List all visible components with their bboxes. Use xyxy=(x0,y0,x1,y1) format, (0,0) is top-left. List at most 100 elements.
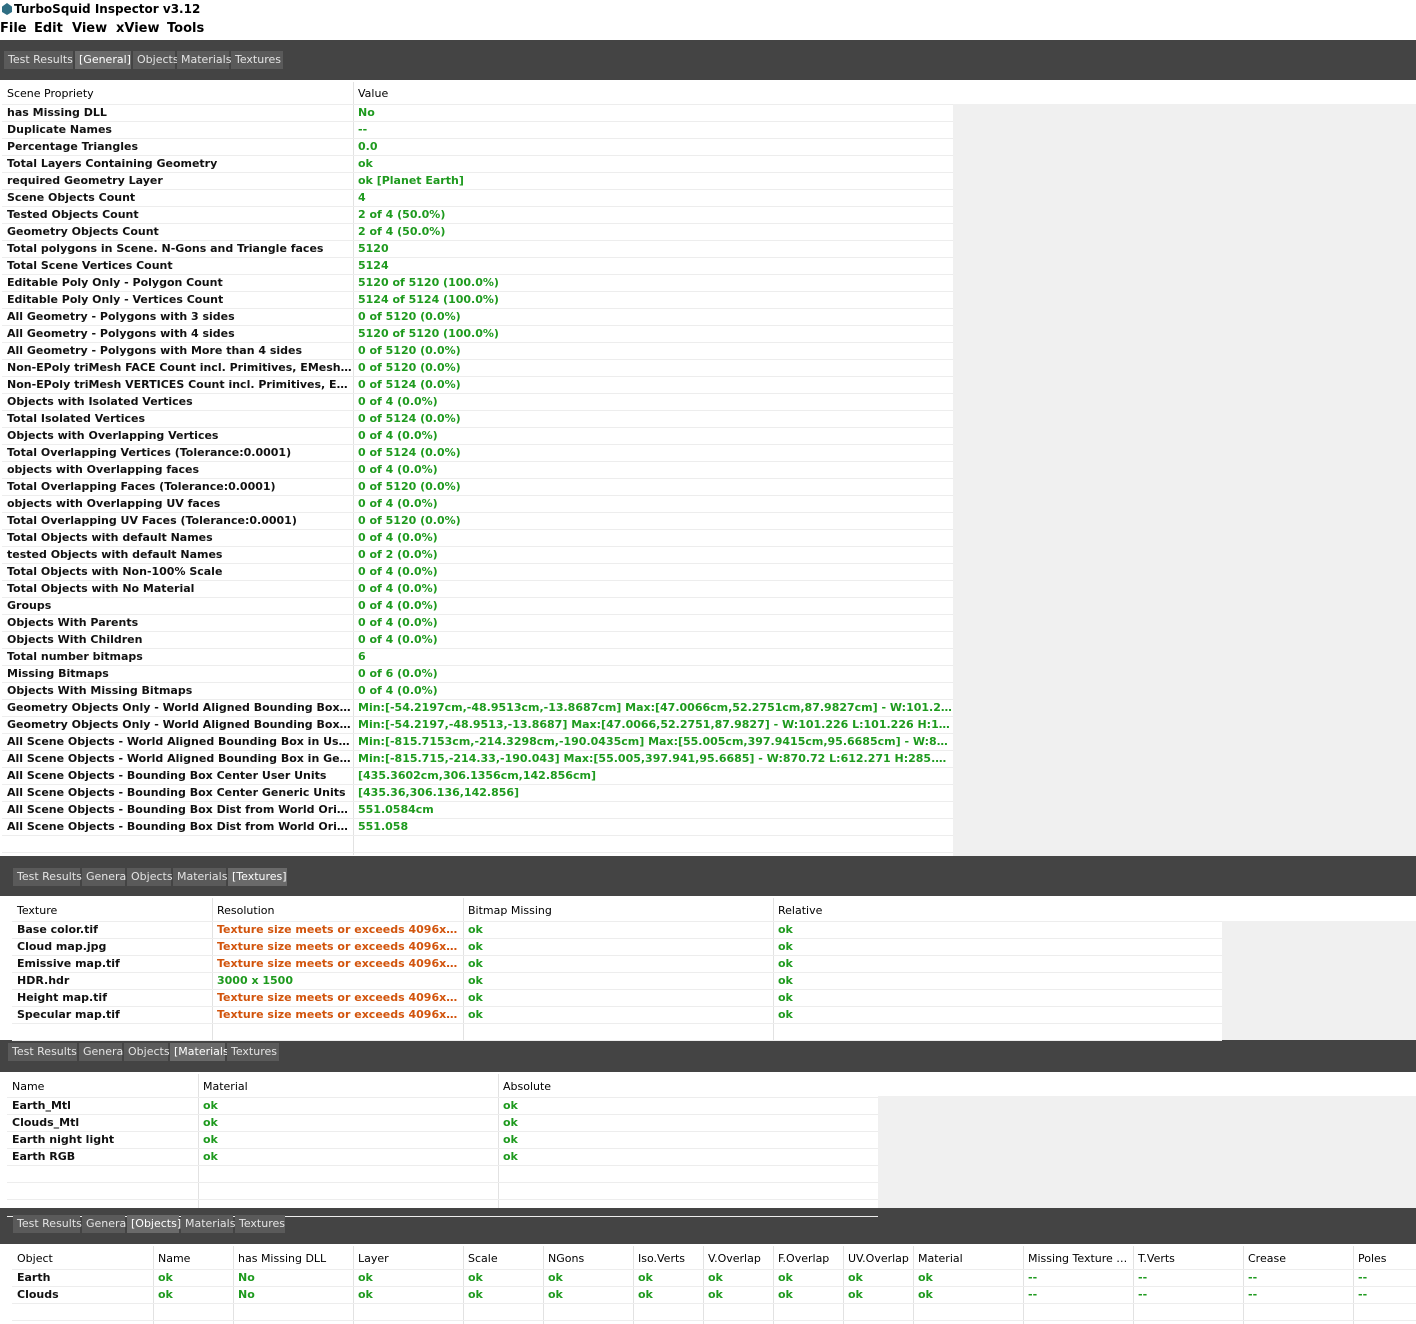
table-row[interactable]: required Geometry Layer ok [Planet Earth] xyxy=(2,172,953,189)
table-row[interactable]: Scene Objects Count 4 xyxy=(2,189,953,206)
table-cell: ok xyxy=(918,1288,933,1301)
table-row[interactable]: Objects With Parents 0 of 4 (0.0%) xyxy=(2,614,953,631)
table-row[interactable]: Emissive map.tif Texture size meets or ex… xyxy=(12,955,1222,972)
table-row[interactable]: HDR.hdr 3000 x 1500 ok ok xyxy=(12,972,1222,989)
menu-file[interactable]: File xyxy=(0,21,27,36)
table-cell: ok xyxy=(158,1271,173,1284)
table-row[interactable]: Groups 0 of 4 (0.0%) xyxy=(2,597,953,614)
tab-textures[interactable]: [Textures] xyxy=(228,868,287,886)
row-divider xyxy=(7,1182,878,1183)
menu-xview[interactable]: xView xyxy=(116,21,160,36)
table-cell: ok xyxy=(358,157,373,170)
table-cell: ok xyxy=(468,1008,483,1021)
table-row[interactable]: Total Overlapping UV Faces (Tolerance:0.… xyxy=(2,512,953,529)
tab-materials[interactable]: [Materials] xyxy=(170,1043,233,1061)
table-row[interactable]: tested Objects with default Names 0 of 2 … xyxy=(2,546,953,563)
tab-test-results[interactable]: Test Results xyxy=(13,1215,82,1233)
table-cell: ok xyxy=(708,1288,723,1301)
table-cell: 0 of 4 (0.0%) xyxy=(358,582,438,595)
table-row[interactable]: Geometry Objects Only - World Aligned Bo… xyxy=(2,716,953,733)
tab-general[interactable]: [General] xyxy=(75,51,131,69)
tab-textures[interactable]: Textures xyxy=(231,51,283,69)
tab-textures[interactable]: Textures xyxy=(235,1215,285,1233)
table-row[interactable]: Total Layers Containing Geometry ok xyxy=(2,155,953,172)
row-divider xyxy=(12,1320,1416,1321)
table-cell: Duplicate Names xyxy=(7,123,112,136)
table-row[interactable]: Total number bitmaps 6 xyxy=(2,648,953,665)
table-row[interactable]: Clouds ok No ok ok ok ok ok ok ok ok -- -- -- -- xyxy=(12,1286,1416,1303)
table-row[interactable]: Height map.tif Texture size meets or exce… xyxy=(12,989,1222,1006)
table-row[interactable]: Base color.tif Texture size meets or exce… xyxy=(12,921,1222,938)
table-row[interactable]: Objects With Missing Bitmaps 0 of 4 (0.0%… xyxy=(2,682,953,699)
tab-materials[interactable]: Materials xyxy=(181,1215,235,1233)
table-row[interactable]: Earth RGB ok ok xyxy=(7,1148,878,1165)
tab-test-results[interactable]: Test Results xyxy=(8,1043,77,1061)
tab-general[interactable]: General xyxy=(82,868,129,886)
table-row[interactable]: objects with Overlapping UV faces 0 of 4 … xyxy=(2,495,953,512)
table-row[interactable]: All Scene Objects - Bounding Box Dist fr… xyxy=(2,818,953,835)
table-row[interactable]: objects with Overlapping faces 0 of 4 (0.… xyxy=(2,461,953,478)
table-row[interactable]: Objects with Isolated Vertices 0 of 4 (0.… xyxy=(2,393,953,410)
table-row[interactable]: Earth ok No ok ok ok ok ok ok ok ok -- -- -- -- xyxy=(12,1269,1416,1286)
table-cell: 0 of 5120 (0.0%) xyxy=(358,480,461,493)
table-cell: Base color.tif xyxy=(17,923,98,936)
table-row[interactable]: All Scene Objects - Bounding Box Center … xyxy=(2,767,953,784)
table-row[interactable]: All Geometry - Polygons with More than 4… xyxy=(2,342,953,359)
table-row[interactable]: Non-EPoly triMesh VERTICES Count incl. P… xyxy=(2,376,953,393)
table-row[interactable]: Geometry Objects Only - World Aligned Bo… xyxy=(2,699,953,716)
table-cell: Total Objects with default Names xyxy=(7,531,213,544)
tab-general[interactable]: General xyxy=(79,1043,126,1061)
table-row[interactable]: Geometry Objects Count 2 of 4 (50.0%) xyxy=(2,223,953,240)
table-row[interactable]: Earth_Mtl ok ok xyxy=(7,1097,878,1114)
table-row[interactable]: All Scene Objects - World Aligned Boundi… xyxy=(2,733,953,750)
table-row[interactable]: Missing Bitmaps 0 of 6 (0.0%) xyxy=(2,665,953,682)
table-row[interactable]: Specular map.tif Texture size meets or ex… xyxy=(12,1006,1222,1023)
tab-materials[interactable]: Materials xyxy=(177,51,231,69)
table-row[interactable]: All Scene Objects - World Aligned Boundi… xyxy=(2,750,953,767)
table-row[interactable]: Clouds_Mtl ok ok xyxy=(7,1114,878,1131)
table-row[interactable]: Total Overlapping Faces (Tolerance:0.000… xyxy=(2,478,953,495)
table-row[interactable]: Total Objects with No Material 0 of 4 (0.… xyxy=(2,580,953,597)
table-row[interactable]: Total Objects with default Names 0 of 4 (… xyxy=(2,529,953,546)
table-row[interactable]: All Geometry - Polygons with 4 sides 5120… xyxy=(2,325,953,342)
table-row[interactable]: Total polygons in Scene. N-Gons and Tria… xyxy=(2,240,953,257)
table-row[interactable]: Editable Poly Only - Vertices Count 5124 … xyxy=(2,291,953,308)
table-row[interactable]: Tested Objects Count 2 of 4 (50.0%) xyxy=(2,206,953,223)
table-cell: ok xyxy=(468,957,483,970)
table-row[interactable]: Non-EPoly triMesh FACE Count incl. Primi… xyxy=(2,359,953,376)
tab-general[interactable]: General xyxy=(82,1215,129,1233)
tab-bar: Test Results [General] Objects Materials Tex… xyxy=(4,51,283,69)
tab-objects[interactable]: Objects xyxy=(124,1043,170,1061)
table-row[interactable]: Editable Poly Only - Polygon Count 5120 o… xyxy=(2,274,953,291)
tab-test-results[interactable]: Test Results xyxy=(4,51,73,69)
table-row[interactable]: Percentage Triangles 0.0 xyxy=(2,138,953,155)
table-row[interactable]: Earth night light ok ok xyxy=(7,1131,878,1148)
table-row[interactable]: Objects With Children 0 of 4 (0.0%) xyxy=(2,631,953,648)
tab-objects[interactable]: Objects xyxy=(127,868,173,886)
table-row[interactable]: has Missing DLL No xyxy=(2,104,953,121)
menu-tools[interactable]: Tools xyxy=(167,21,204,36)
table-row[interactable]: Cloud map.jpg Texture size meets or excee… xyxy=(12,938,1222,955)
table-row[interactable]: Objects with Overlapping Vertices 0 of 4 … xyxy=(2,427,953,444)
table-cell: Texture size meets or exceeds 4096x409..… xyxy=(217,940,463,953)
table-row[interactable]: Total Isolated Vertices 0 of 5124 (0.0%) xyxy=(2,410,953,427)
menu-edit[interactable]: Edit xyxy=(34,21,63,36)
tab-textures[interactable]: Textures xyxy=(227,1043,279,1061)
table-row[interactable]: Duplicate Names -- xyxy=(2,121,953,138)
table-row[interactable]: All Geometry - Polygons with 3 sides 0 of… xyxy=(2,308,953,325)
tab-materials[interactable]: Materials xyxy=(173,868,227,886)
table-row[interactable]: Total Overlapping Vertices (Tolerance:0.… xyxy=(2,444,953,461)
table-row[interactable]: All Scene Objects - Bounding Box Dist fr… xyxy=(2,801,953,818)
menu-view[interactable]: View xyxy=(72,21,107,36)
table-cell: Min:[-815.7153cm,-214.3298cm,-190.0435cm… xyxy=(358,735,953,748)
table-row[interactable]: All Scene Objects - Bounding Box Center … xyxy=(2,784,953,801)
table-cell: 5120 of 5120 (100.0%) xyxy=(358,276,499,289)
general-table: Scene Propriety Value has Missing DLL No Dup… xyxy=(2,82,953,855)
table-row[interactable]: Total Scene Vertices Count 5124 xyxy=(2,257,953,274)
table-cell: 0 of 4 (0.0%) xyxy=(358,616,438,629)
table-row[interactable]: Total Objects with Non-100% Scale 0 of 4 … xyxy=(2,563,953,580)
column-header: Resolution xyxy=(217,904,275,917)
tab-test-results[interactable]: Test Results xyxy=(13,868,82,886)
tab-objects[interactable]: Objects xyxy=(133,51,179,69)
tab-objects[interactable]: [Objects] xyxy=(127,1215,181,1233)
